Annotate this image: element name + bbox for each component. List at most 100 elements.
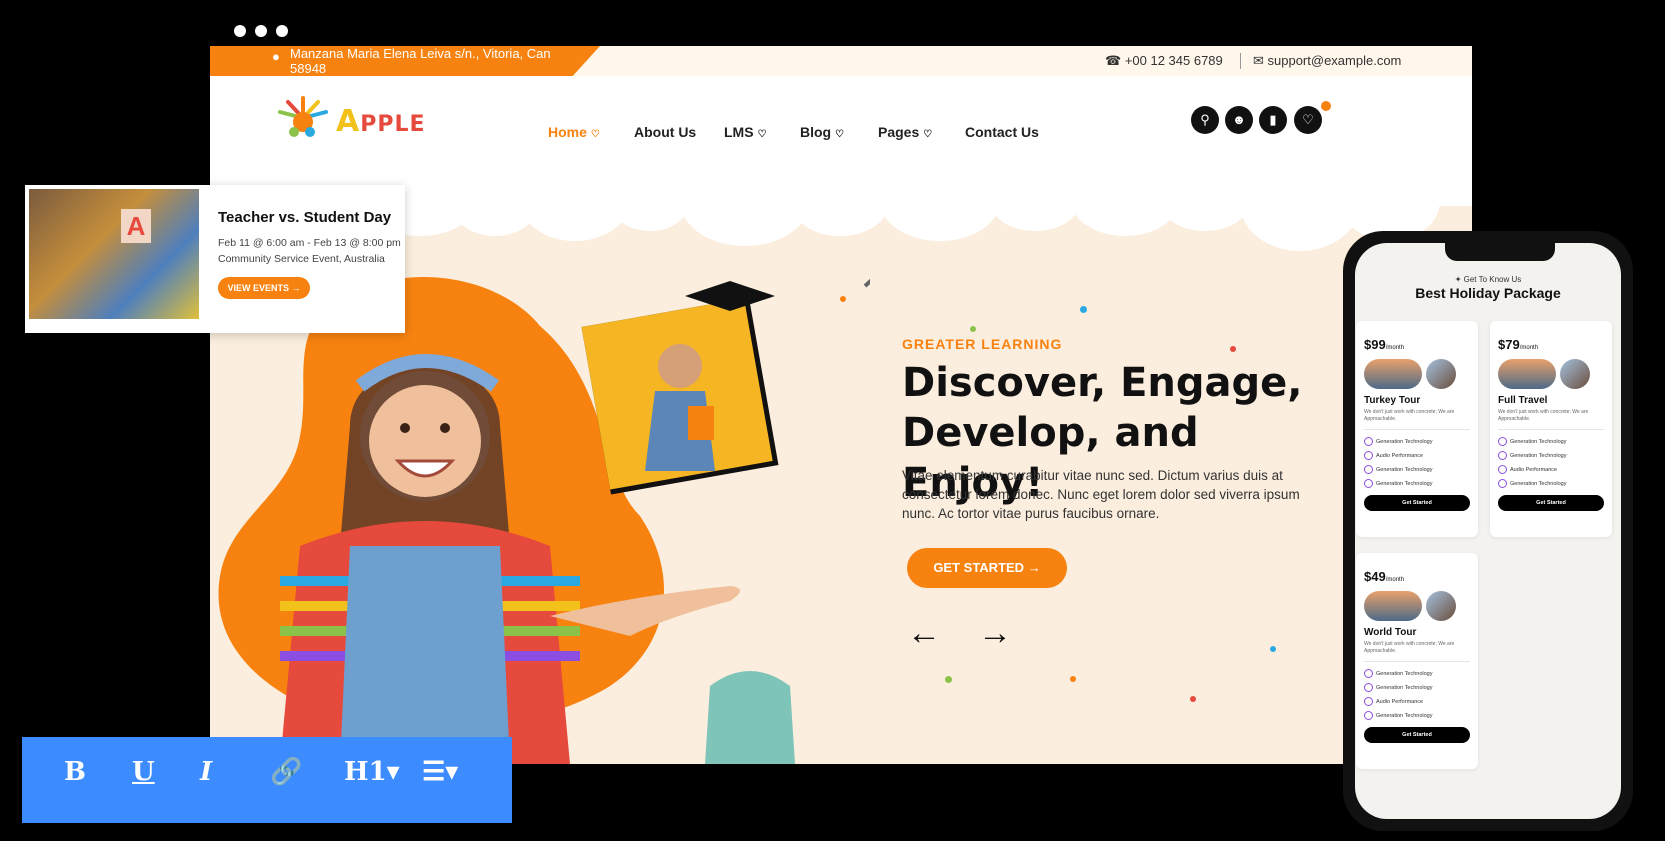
hero-subtitle: GREATER LEARNING <box>902 336 1063 352</box>
list-button[interactable]: ☰▾ <box>422 757 458 787</box>
nav-lms[interactable]: LMS ♡ <box>724 124 767 140</box>
check-icon <box>1498 479 1507 488</box>
nav-about[interactable]: About Us <box>634 124 696 140</box>
user-icon[interactable]: ☻ <box>1225 106 1253 134</box>
nav-home-label: Home <box>548 124 587 140</box>
girl-eye <box>440 423 450 433</box>
window-dot-3[interactable] <box>276 25 288 37</box>
mobile-title: Best Holiday Package <box>1415 285 1561 301</box>
get-started-button[interactable]: Get Started <box>1364 495 1470 511</box>
nav-contact-label: Contact Us <box>965 124 1039 140</box>
feature-label: Generation Technology <box>1376 684 1433 691</box>
event-location: Community Service Event, Australia <box>218 253 385 265</box>
nav-pages[interactable]: Pages ♡ <box>878 124 932 140</box>
feature-label: Generation Technology <box>1376 480 1433 487</box>
heading-button[interactable]: H1▾ <box>344 757 400 787</box>
logo[interactable]: APPLE <box>272 94 442 144</box>
package-description: We don't just work with concrete; We are… <box>1498 409 1589 422</box>
package-avatar <box>1426 591 1456 621</box>
email-address[interactable]: support@example.com <box>1268 53 1402 68</box>
event-card[interactable]: A Teacher vs. Student Day Feb 11 @ 6:00 … <box>25 185 405 333</box>
check-icon <box>1364 479 1373 488</box>
nav-pages-label: Pages <box>878 124 920 140</box>
next-arrow-icon[interactable]: → <box>978 616 1012 650</box>
link-icon[interactable]: 🔗 <box>270 757 302 787</box>
event-date: Feb 11 @ 6:00 am - Feb 13 @ 8:00 pm <box>218 237 401 249</box>
mobile-device: ✦ Get To Know Us Best Holiday Package $9… <box>1343 231 1633 831</box>
logo-letter-a: A <box>336 104 361 139</box>
feature-label: Generation Technology <box>1510 452 1567 459</box>
search-icon[interactable]: ⚲ <box>1191 106 1219 134</box>
event-title[interactable]: Teacher vs. Student Day <box>218 209 391 226</box>
check-icon <box>1498 437 1507 446</box>
package-name: Turkey Tour <box>1364 395 1421 406</box>
package-price: $99/month <box>1364 337 1404 352</box>
package-card[interactable]: $79/month Full Travel We don't just work… <box>1490 321 1612 537</box>
sun-logo-icon <box>278 96 328 137</box>
email-text[interactable]: ✉ support@example.com <box>1253 53 1401 69</box>
window-dot-1[interactable] <box>234 25 246 37</box>
notification-badge <box>1321 101 1331 111</box>
cloud-decoration <box>1160 171 1250 231</box>
nav-home[interactable]: Home ♡ <box>548 124 600 140</box>
feature-item: Generation Technology <box>1364 479 1432 488</box>
hero-description: Vitae elementum curabitur vitae nunc sed… <box>902 468 1300 521</box>
phone-notch <box>1445 243 1555 261</box>
get-started-button[interactable]: GET STARTED → <box>907 548 1067 588</box>
phone-text[interactable]: ☎ +00 12 345 6789 <box>1105 53 1223 69</box>
heart-icon[interactable]: ♡ <box>1294 106 1322 134</box>
get-started-button[interactable]: Get Started <box>1364 727 1470 743</box>
price-amount: $79 <box>1498 337 1520 352</box>
package-price: $49/month <box>1364 569 1404 584</box>
package-name: Full Travel <box>1498 395 1548 406</box>
check-icon <box>1364 437 1373 446</box>
package-card[interactable]: $99/month Turkey Tour We don't just work… <box>1356 321 1478 537</box>
price-period: /month <box>1385 345 1405 351</box>
feature-item: Generation Technology <box>1364 683 1432 692</box>
feature-label: Generation Technology <box>1510 438 1567 445</box>
logo-letters: PPLE <box>360 112 426 137</box>
view-events-button[interactable]: VIEW EVENTS → <box>218 277 310 299</box>
feature-item: Generation Technology <box>1498 451 1566 460</box>
scissors <box>863 278 870 288</box>
heart-chevron-icon: ♡ <box>757 129 767 140</box>
package-card[interactable]: $49/month World Tour We don't just work … <box>1356 553 1478 769</box>
divider <box>1364 429 1470 430</box>
overalls <box>340 546 510 764</box>
website-window: ● Manzana Maria Elena Leiva s/n., Vitori… <box>210 46 1472 764</box>
get-started-button[interactable]: Get Started <box>1498 495 1604 511</box>
nav-contact[interactable]: Contact Us <box>965 124 1039 140</box>
feature-item: Generation Technology <box>1364 465 1432 474</box>
underline-button[interactable]: U <box>132 757 155 787</box>
heart-chevron-icon: ♡ <box>590 129 600 140</box>
feature-label: Audio Performance <box>1510 466 1558 473</box>
check-icon <box>1364 697 1373 706</box>
check-icon <box>1364 465 1373 474</box>
phone-number[interactable]: +00 12 345 6789 <box>1125 53 1223 68</box>
heart-chevron-icon: ♡ <box>923 129 933 140</box>
nav-blog-label: Blog <box>800 124 832 140</box>
letter-a-sign: A <box>121 209 151 243</box>
feature-label: Audio Performance <box>1376 698 1424 705</box>
package-image <box>1364 591 1422 621</box>
window-dot-2[interactable] <box>255 25 267 37</box>
italic-button[interactable]: I <box>200 757 212 787</box>
bold-button[interactable]: B <box>64 757 86 787</box>
girl-eye <box>400 423 410 433</box>
feature-label: Generation Technology <box>1376 438 1433 445</box>
prev-arrow-icon[interactable]: ← <box>907 616 941 650</box>
feature-item: Generation Technology <box>1498 479 1566 488</box>
bag-icon[interactable]: ▮ <box>1259 106 1287 134</box>
confetti-dot <box>1230 346 1236 352</box>
divider <box>1364 661 1470 662</box>
package-description: We don't just work with concrete; We are… <box>1364 409 1455 422</box>
package-name: World Tour <box>1364 627 1417 638</box>
package-avatar <box>1560 359 1590 389</box>
small-girl-head <box>658 344 702 388</box>
cloud-decoration <box>990 171 1080 231</box>
nav-blog[interactable]: Blog ♡ <box>800 124 844 140</box>
confetti-dot <box>970 326 976 332</box>
price-amount: $49 <box>1364 569 1386 584</box>
feature-item: Generation Technology <box>1364 669 1432 678</box>
package-avatar <box>1426 359 1456 389</box>
